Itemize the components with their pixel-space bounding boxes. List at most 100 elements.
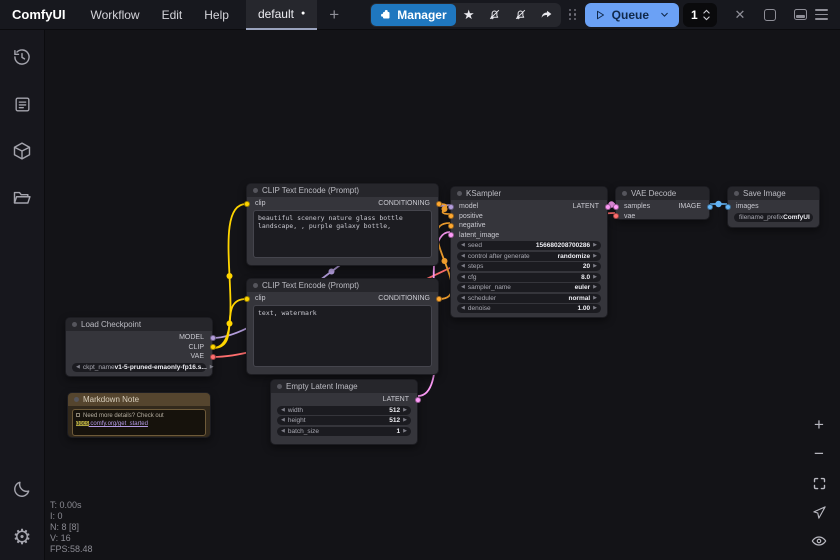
toolbar-drag-handle[interactable] xyxy=(569,9,577,21)
widget-batch-size[interactable]: ◀ batch_size 1 ▶ xyxy=(277,427,411,436)
widget-scheduler[interactable]: ◀ scheduler normal ▶ xyxy=(457,294,601,303)
output-port-model[interactable] xyxy=(210,335,216,341)
decrement-icon[interactable]: ◀ xyxy=(461,304,465,313)
queue-button[interactable]: Queue xyxy=(585,3,679,27)
increment-icon[interactable]: ▶ xyxy=(210,363,214,372)
decrement-icon[interactable]: ◀ xyxy=(461,283,465,292)
stop-button[interactable] xyxy=(755,3,785,27)
menu-workflow[interactable]: Workflow xyxy=(79,8,150,22)
chevron-up-icon[interactable] xyxy=(702,8,711,15)
decrement-icon[interactable]: ◀ xyxy=(461,241,465,250)
increment-icon[interactable]: ▶ xyxy=(593,304,597,313)
increment-icon[interactable]: ▶ xyxy=(403,406,407,415)
note-link[interactable]: .comfy.org/get_started xyxy=(89,421,148,427)
sidebar-model-library-button[interactable] xyxy=(11,140,33,162)
collapse-dot-icon[interactable] xyxy=(622,191,627,196)
node-load-checkpoint[interactable]: Load Checkpoint MODEL CLIP VAE ◀ ckpt_na… xyxy=(65,317,213,377)
node-header[interactable]: Empty Latent Image xyxy=(271,380,417,393)
input-port-clip[interactable] xyxy=(244,296,250,302)
theme-toggle-button[interactable] xyxy=(11,478,33,500)
decrement-icon[interactable]: ◀ xyxy=(461,252,465,261)
fit-view-button[interactable] xyxy=(808,474,830,492)
zoom-in-button[interactable]: + xyxy=(808,416,830,434)
main-menu-button[interactable] xyxy=(815,9,828,19)
prompt-textarea[interactable]: text, watermark xyxy=(253,305,432,367)
graph-canvas[interactable]: Load Checkpoint MODEL CLIP VAE ◀ ckpt_na… xyxy=(0,0,840,560)
sidebar-workflows-button[interactable] xyxy=(11,187,33,209)
increment-icon[interactable]: ▶ xyxy=(593,241,597,250)
menu-edit[interactable]: Edit xyxy=(151,8,194,22)
collapse-dot-icon[interactable] xyxy=(253,283,258,288)
batch-count-spinner[interactable] xyxy=(702,8,711,22)
settings-button[interactable]: ⚙ xyxy=(11,526,33,548)
output-port-vae[interactable] xyxy=(210,354,216,360)
node-header[interactable]: CLIP Text Encode (Prompt) xyxy=(247,279,438,292)
output-port-conditioning[interactable] xyxy=(436,296,442,302)
manager-button[interactable]: Manager xyxy=(371,4,455,26)
node-header[interactable]: Load Checkpoint xyxy=(66,318,212,331)
collapse-dot-icon[interactable] xyxy=(72,322,77,327)
input-port-positive[interactable] xyxy=(448,213,454,219)
widget-width[interactable]: ◀ width 512 ▶ xyxy=(277,406,411,415)
batch-count-stepper[interactable]: 1 xyxy=(683,3,717,27)
increment-icon[interactable]: ▶ xyxy=(593,283,597,292)
node-clip-text-encode-positive[interactable]: CLIP Text Encode (Prompt) clip CONDITION… xyxy=(246,183,439,266)
new-workflow-button[interactable]: + xyxy=(317,5,351,25)
sidebar-node-library-button[interactable] xyxy=(11,93,33,115)
widget-sampler-name[interactable]: ◀ sampler_name euler ▶ xyxy=(457,283,601,292)
decrement-icon[interactable]: ◀ xyxy=(76,363,80,372)
increment-icon[interactable]: ▶ xyxy=(593,252,597,261)
input-port-vae[interactable] xyxy=(613,213,619,219)
node-header[interactable]: Markdown Note xyxy=(68,393,210,406)
widget-denoise[interactable]: ◀ denoise 1.00 ▶ xyxy=(457,304,601,313)
widget-ckpt-name[interactable]: ◀ ckpt_name v1-5-pruned-emaonly-fp16.s..… xyxy=(72,363,206,372)
notification-off-icon[interactable] xyxy=(482,4,508,26)
prompt-textarea[interactable]: beautiful scenery nature glass bottle la… xyxy=(253,210,432,258)
select-mode-button[interactable] xyxy=(808,503,830,521)
increment-icon[interactable]: ▶ xyxy=(593,273,597,282)
input-port-model[interactable] xyxy=(448,204,454,210)
increment-icon[interactable]: ▶ xyxy=(403,427,407,436)
input-port-samples[interactable] xyxy=(613,204,619,210)
notification-off-icon-2[interactable] xyxy=(508,4,534,26)
decrement-icon[interactable]: ◀ xyxy=(281,416,285,425)
node-header[interactable]: CLIP Text Encode (Prompt) xyxy=(247,184,438,197)
menu-help[interactable]: Help xyxy=(193,8,240,22)
bottom-panel-toggle[interactable] xyxy=(785,3,815,27)
widget-cfg[interactable]: ◀ cfg 8.0 ▶ xyxy=(457,273,601,282)
collapse-dot-icon[interactable] xyxy=(734,191,739,196)
zoom-out-button[interactable]: − xyxy=(808,445,830,463)
input-port-clip[interactable] xyxy=(244,201,250,207)
sidebar-queue-history-button[interactable] xyxy=(11,46,33,68)
output-port-latent[interactable] xyxy=(415,397,421,403)
collapse-dot-icon[interactable] xyxy=(253,188,258,193)
output-port-clip[interactable] xyxy=(210,344,216,350)
collapse-dot-icon[interactable] xyxy=(74,397,79,402)
widget-filename-prefix[interactable]: filename_prefix ComfyUI xyxy=(734,213,813,222)
node-save-image[interactable]: Save Image images filename_prefix ComfyU… xyxy=(727,186,820,228)
output-port-conditioning[interactable] xyxy=(436,201,442,207)
decrement-icon[interactable]: ◀ xyxy=(281,427,285,436)
note-text[interactable]: Need more details? Check out docs.comfy.… xyxy=(72,409,206,436)
node-header[interactable]: KSampler xyxy=(451,187,607,200)
decrement-icon[interactable]: ◀ xyxy=(281,406,285,415)
widget-seed[interactable]: ◀ seed 156680208700286 ▶ xyxy=(457,241,601,250)
widget-steps[interactable]: ◀ steps 20 ▶ xyxy=(457,262,601,271)
decrement-icon[interactable]: ◀ xyxy=(461,273,465,282)
widget-height[interactable]: ◀ height 512 ▶ xyxy=(277,416,411,425)
widget-control-after-generate[interactable]: ◀ control after generate randomize ▶ xyxy=(457,252,601,261)
input-port-latent-image[interactable] xyxy=(448,232,454,238)
note-link-highlight[interactable]: docs xyxy=(76,421,89,427)
output-port-image[interactable] xyxy=(707,204,713,210)
node-header[interactable]: VAE Decode xyxy=(616,187,709,200)
decrement-icon[interactable]: ◀ xyxy=(461,262,465,271)
collapse-dot-icon[interactable] xyxy=(277,384,282,389)
share-button[interactable] xyxy=(534,4,560,26)
collapse-dot-icon[interactable] xyxy=(457,191,462,196)
node-vae-decode[interactable]: VAE Decode samples IMAGE vae xyxy=(615,186,710,220)
node-header[interactable]: Save Image xyxy=(728,187,819,200)
interrupt-button[interactable]: ✕ xyxy=(725,3,755,27)
node-clip-text-encode-negative[interactable]: CLIP Text Encode (Prompt) clip CONDITION… xyxy=(246,278,439,375)
star-icon[interactable]: ★ xyxy=(456,4,482,26)
increment-icon[interactable]: ▶ xyxy=(593,262,597,271)
